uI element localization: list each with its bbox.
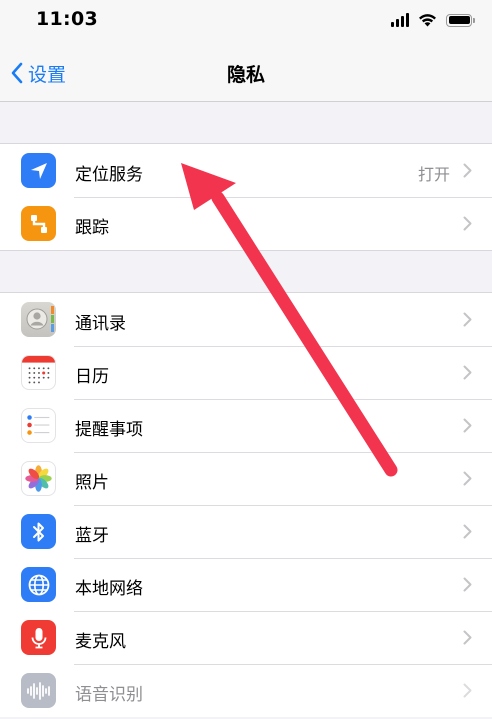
row-label: 定位服务 (75, 165, 143, 185)
row-tracking[interactable]: 跟踪 (0, 197, 492, 250)
globe-icon (21, 567, 56, 602)
row-label: 本地网络 (75, 579, 143, 599)
chevron-right-icon (463, 524, 472, 539)
chevron-right-icon (463, 216, 472, 231)
chevron-right-icon (463, 630, 472, 645)
chevron-right-icon (463, 471, 472, 486)
chevron-right-icon (463, 163, 472, 178)
row-value: 打开 (417, 165, 450, 184)
row-contacts[interactable]: 通讯录 (0, 293, 492, 346)
row-label: 跟踪 (75, 218, 109, 238)
row-reminders[interactable]: 提醒事项 (0, 399, 492, 452)
settings-group-tracking: 定位服务 打开 跟踪 (0, 143, 492, 251)
battery-icon (446, 13, 475, 27)
calendar-icon (21, 355, 56, 390)
chevron-right-icon (463, 418, 472, 433)
row-photos[interactable]: 照片 (0, 452, 492, 505)
privacy-settings-screen: 11:03 设置 隐私 定位服务 打开 跟踪 通讯录 日历 提醒事项 照片 蓝牙… (0, 0, 492, 719)
location-arrow-icon (21, 153, 56, 188)
row-local-network[interactable]: 本地网络 (0, 558, 492, 611)
speech-recognition-icon (21, 673, 56, 708)
contacts-icon (21, 302, 56, 337)
row-location-services[interactable]: 定位服务 打开 (0, 144, 492, 197)
row-label: 语音识别 (75, 685, 143, 705)
row-label: 日历 (75, 367, 109, 387)
row-label: 麦克风 (75, 632, 126, 652)
reminders-icon (21, 408, 56, 443)
status-time: 11:03 (36, 8, 98, 30)
cellular-signal-icon (391, 13, 409, 27)
row-label: 蓝牙 (75, 526, 109, 546)
row-microphone[interactable]: 麦克风 (0, 611, 492, 664)
tracking-icon (21, 206, 56, 241)
navigation-bar: 设置 隐私 (0, 42, 492, 102)
wifi-icon (419, 14, 436, 27)
row-label: 通讯录 (75, 314, 126, 334)
row-speech-recognition[interactable]: 语音识别 (0, 664, 492, 717)
status-icons (391, 11, 475, 29)
status-bar: 11:03 (0, 0, 492, 42)
settings-group-app-permissions: 通讯录 日历 提醒事项 照片 蓝牙 本地网络 麦克风 语音识别 (0, 292, 492, 717)
chevron-right-icon (463, 312, 472, 327)
photos-icon (21, 461, 56, 496)
row-bluetooth[interactable]: 蓝牙 (0, 505, 492, 558)
chevron-right-icon (463, 683, 472, 698)
page-title: 隐私 (226, 64, 265, 86)
row-label: 照片 (75, 473, 109, 493)
chevron-right-icon (463, 365, 472, 380)
row-label: 提醒事项 (75, 420, 143, 440)
chevron-right-icon (463, 577, 472, 592)
bluetooth-icon (21, 514, 56, 549)
microphone-icon (21, 620, 56, 655)
row-calendar[interactable]: 日历 (0, 346, 492, 399)
